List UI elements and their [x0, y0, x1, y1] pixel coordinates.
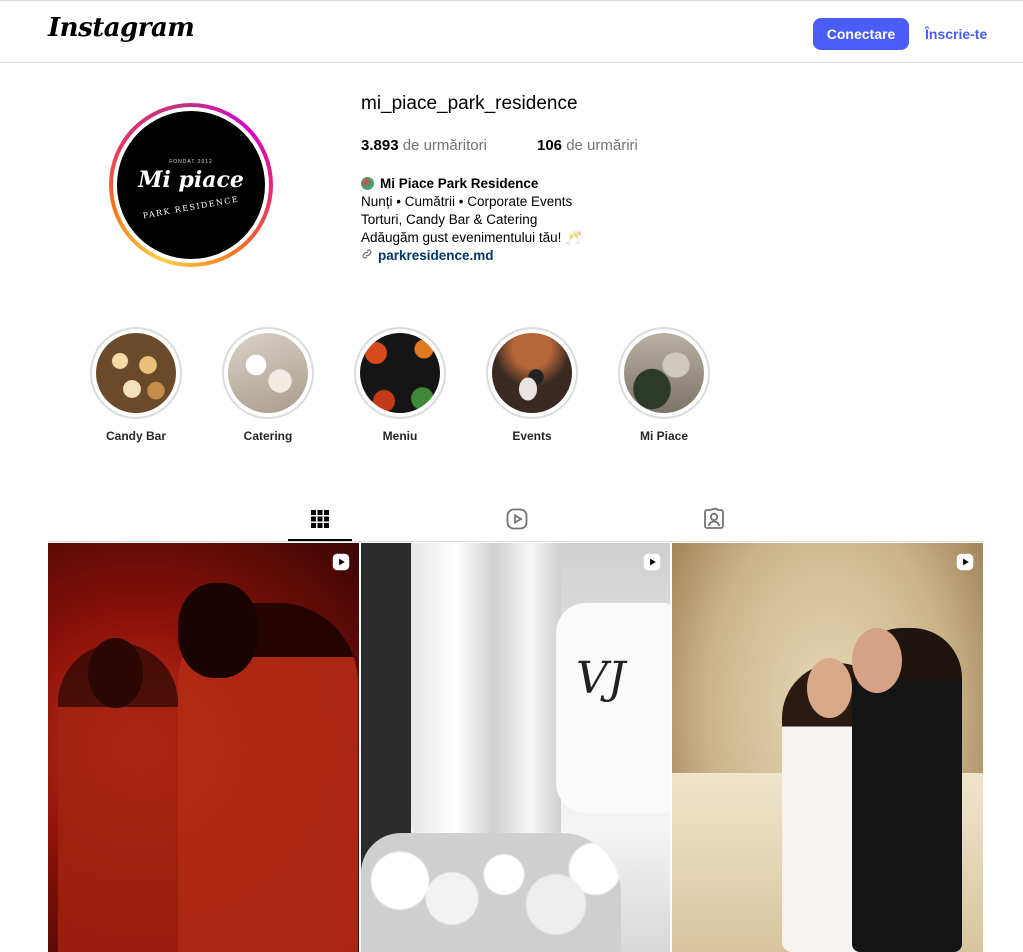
tab-tagged[interactable]	[682, 505, 746, 541]
post-drape	[411, 543, 561, 873]
post-bride-face	[807, 658, 852, 718]
highlight-label: Events	[512, 429, 552, 443]
profile-username: mi_piace_park_residence	[361, 93, 578, 114]
top-navigation-bar: Instagram Conectare Înscrie-te	[0, 0, 1023, 63]
tab-posts[interactable]	[288, 505, 352, 541]
tab-reels[interactable]	[485, 505, 549, 541]
instagram-logo[interactable]: Instagram	[48, 13, 195, 43]
olive-emoji-icon	[361, 177, 374, 190]
signup-link[interactable]: Înscrie-te	[925, 26, 987, 42]
highlight-label: Candy Bar	[105, 429, 167, 443]
following-stat[interactable]: 106 de urmăriri	[537, 137, 638, 154]
avatar-frame: FONDAT 2012 Mi piace PARK RESIDENCE	[113, 107, 269, 263]
bio-line: Torturi, Candy Bar & Catering	[361, 212, 538, 227]
reel-icon	[956, 553, 974, 571]
reel-icon	[332, 553, 350, 571]
login-button[interactable]: Conectare	[813, 18, 909, 50]
post-monogram: VJ	[576, 653, 626, 704]
highlight-mi-piace[interactable]: Mi Piace	[618, 327, 710, 443]
highlight-candy-bar[interactable]: Candy Bar	[90, 327, 182, 443]
grid-icon	[308, 510, 332, 535]
highlight-label: Mi Piace	[639, 429, 689, 443]
highlight-label: Catering	[243, 429, 293, 443]
highlight-ring	[354, 327, 446, 419]
post-thumbnail[interactable]	[672, 543, 983, 952]
bio-line: Adăugăm gust evenimentului tău! 🥂	[361, 230, 582, 245]
post-thumbnail[interactable]: VJ	[361, 543, 670, 952]
tagged-icon	[702, 507, 726, 535]
bio-display-name: Mi Piace Park Residence	[380, 176, 539, 191]
link-icon	[361, 247, 374, 265]
highlight-events[interactable]: Events	[486, 327, 578, 443]
highlight-cover-image	[624, 333, 704, 413]
post-panel	[556, 603, 670, 813]
highlight-ring	[90, 327, 182, 419]
tabs-divider	[48, 541, 983, 542]
followers-count: 3.893	[361, 137, 399, 154]
profile-avatar-ring[interactable]: FONDAT 2012 Mi piace PARK RESIDENCE	[109, 103, 273, 267]
post-thumbnail[interactable]	[48, 543, 359, 952]
highlight-cover-image	[360, 333, 440, 413]
followers-label: de urmăritori	[402, 137, 487, 154]
highlight-label: Meniu	[382, 429, 418, 443]
post-flowers	[361, 833, 621, 952]
following-label: de urmăriri	[566, 137, 638, 154]
reel-icon	[643, 553, 661, 571]
highlight-ring	[618, 327, 710, 419]
highlight-ring	[486, 327, 578, 419]
post-figure	[88, 638, 143, 708]
profile-avatar: FONDAT 2012 Mi piace PARK RESIDENCE	[117, 111, 265, 259]
website-link[interactable]: parkresidence.md	[378, 248, 494, 263]
highlight-ring	[222, 327, 314, 419]
highlight-cover-image	[492, 333, 572, 413]
following-count: 106	[537, 137, 563, 154]
reels-icon	[505, 508, 529, 535]
profile-bio: Mi Piace Park Residence Nunți • Cumătrii…	[361, 175, 582, 265]
avatar-sub-text: PARK RESIDENCE	[142, 194, 240, 221]
highlight-catering[interactable]: Catering	[222, 327, 314, 443]
highlight-meniu[interactable]: Meniu	[354, 327, 446, 443]
avatar-brand-text: Mi piace	[138, 167, 244, 193]
post-figure	[178, 583, 258, 678]
avatar-tiny-text: FONDAT 2012	[169, 159, 213, 165]
highlight-cover-image	[228, 333, 308, 413]
post-groom-face	[852, 628, 902, 693]
highlight-cover-image	[96, 333, 176, 413]
bio-line: Nunți • Cumătrii • Corporate Events	[361, 194, 573, 209]
followers-stat[interactable]: 3.893 de urmăritori	[361, 137, 487, 154]
